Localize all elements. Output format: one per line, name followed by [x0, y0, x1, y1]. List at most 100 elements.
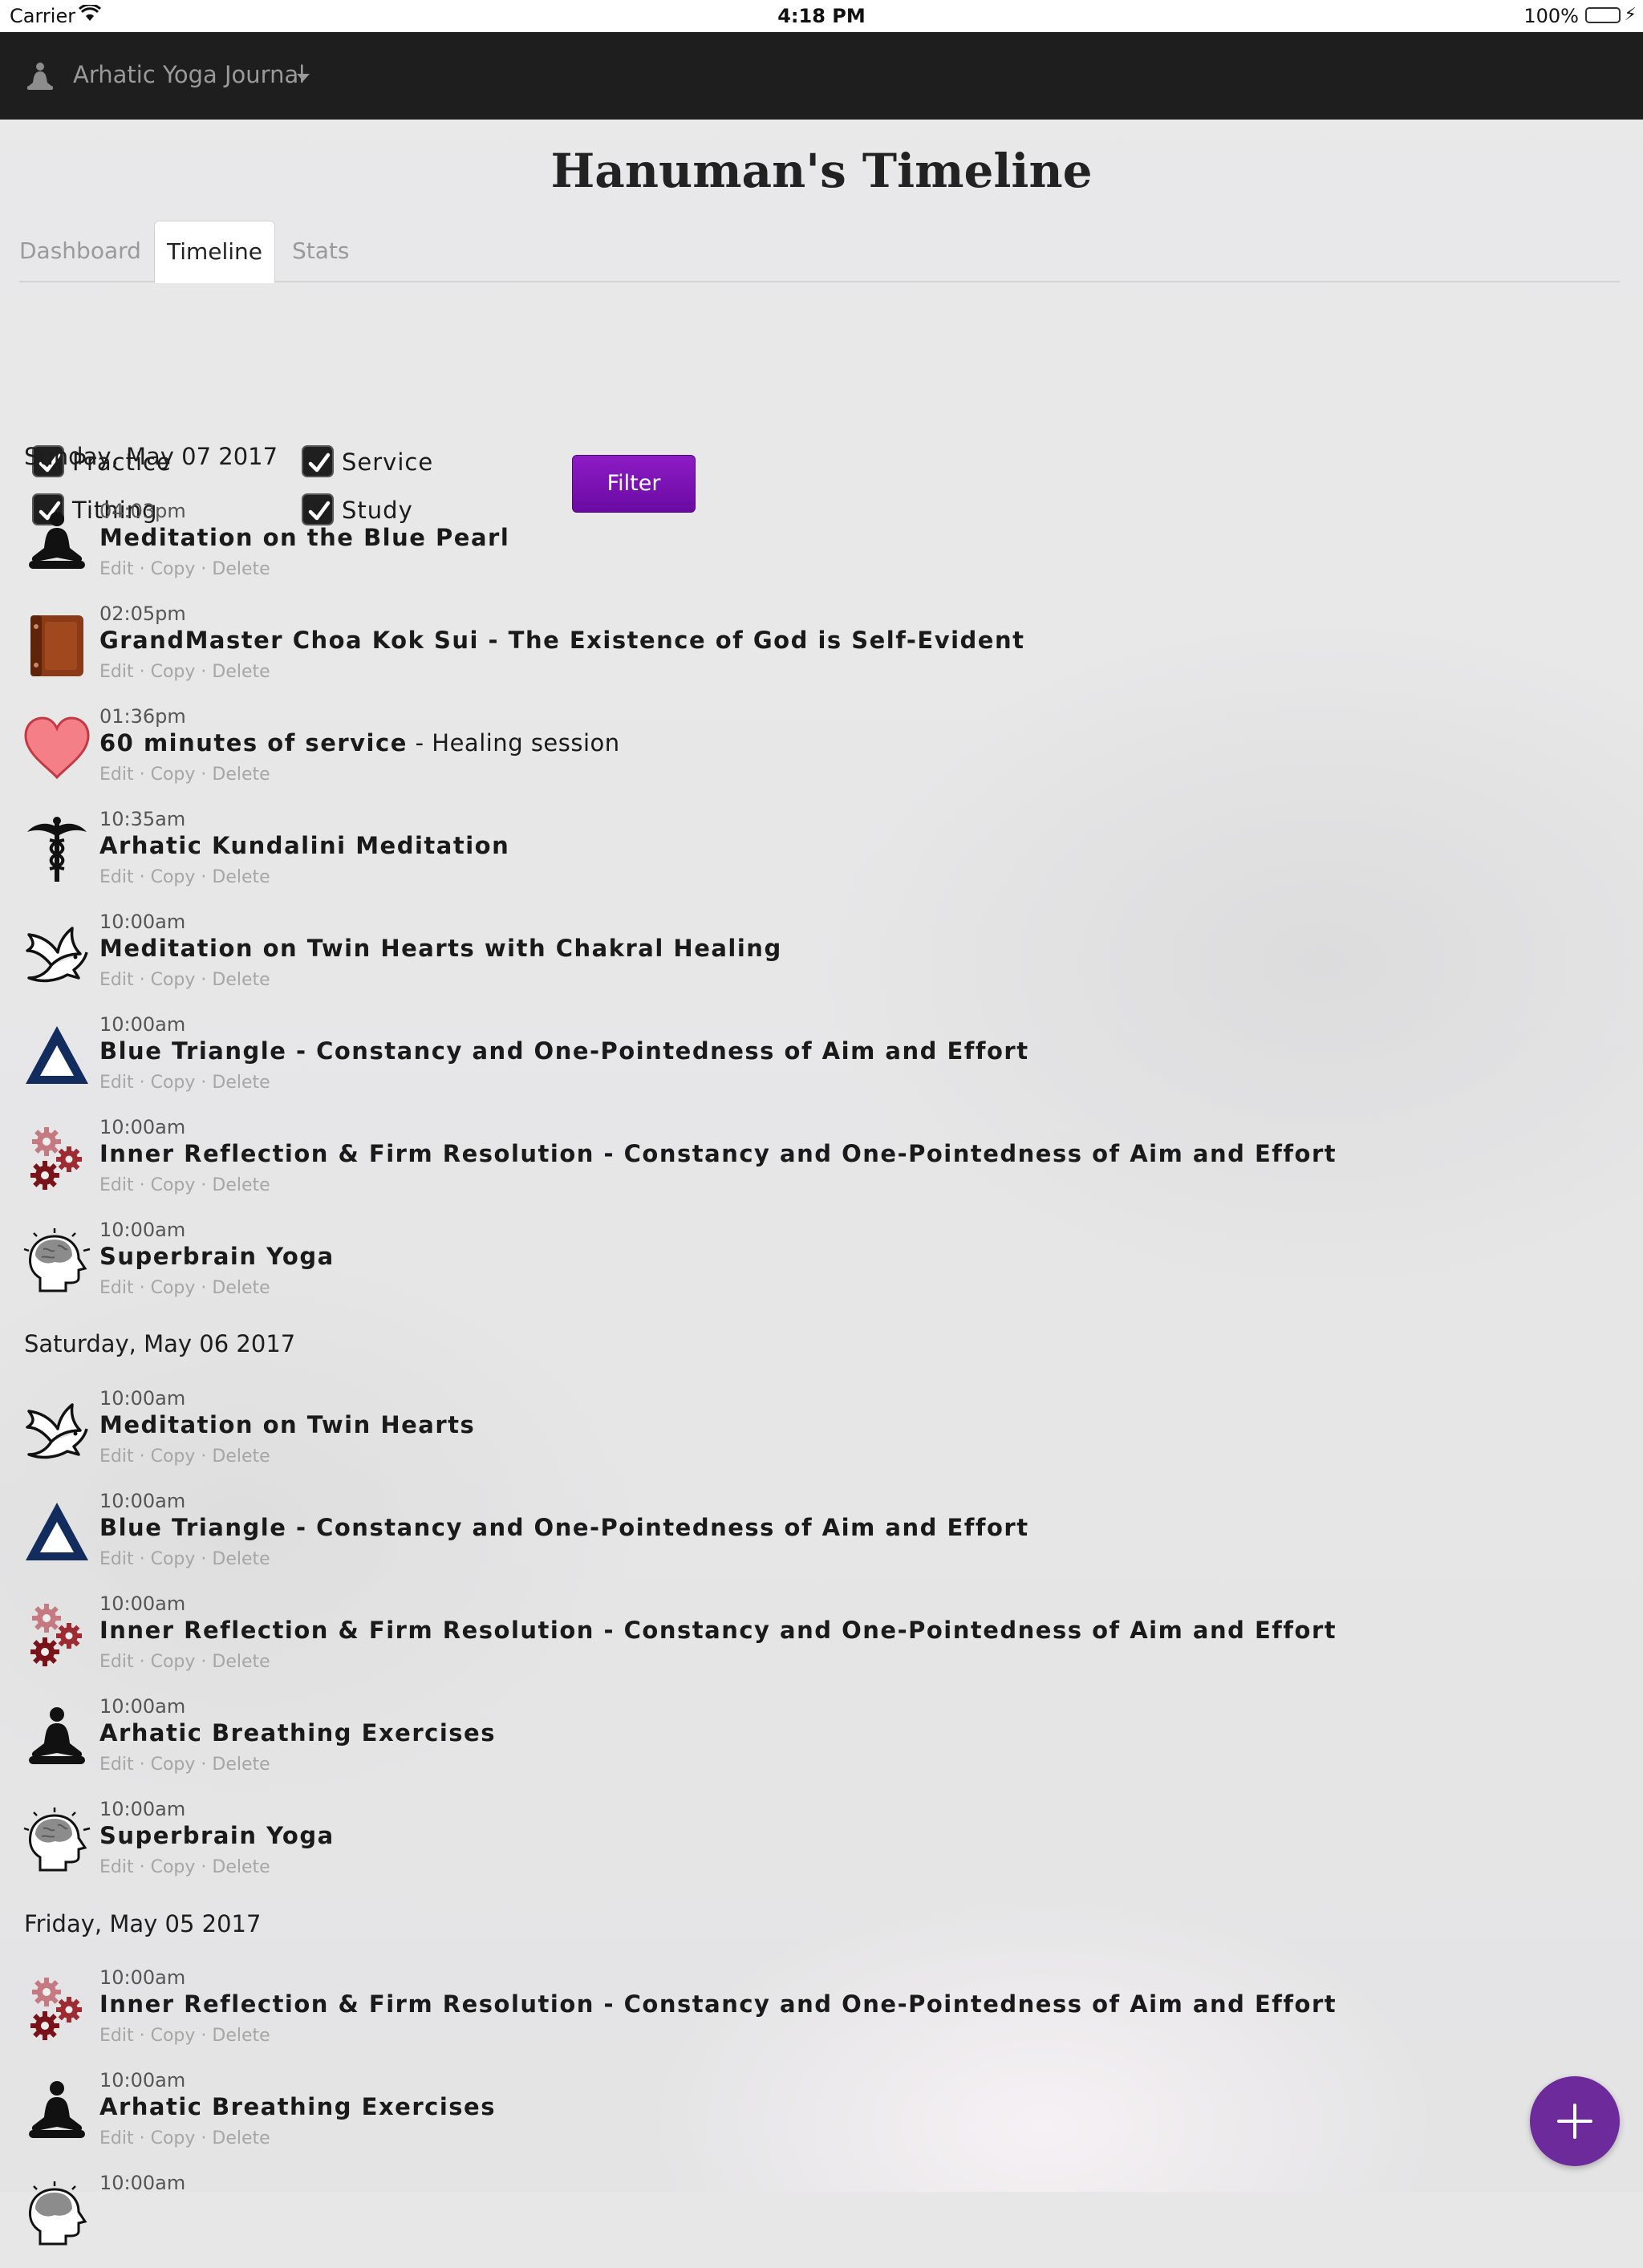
- delete-link[interactable]: Delete: [212, 867, 270, 887]
- copy-link[interactable]: Copy: [151, 1652, 196, 1672]
- timeline-entry: 10:00am Superbrain Yoga Edit · Copy · De…: [22, 1219, 1467, 1315]
- entry-time: 10:00am: [99, 1592, 186, 1615]
- delete-link[interactable]: Delete: [212, 662, 270, 682]
- copy-link[interactable]: Copy: [151, 2026, 196, 2046]
- edit-link[interactable]: Edit: [99, 1278, 134, 1298]
- delete-link[interactable]: Delete: [212, 765, 270, 785]
- status-time: 4:18 PM: [777, 5, 866, 27]
- delete-link[interactable]: Delete: [212, 2026, 270, 2046]
- checkbox-checked-icon[interactable]: [302, 445, 334, 477]
- entry-time: 10:00am: [99, 911, 186, 933]
- dove-icon: [22, 1395, 91, 1464]
- edit-link[interactable]: Edit: [99, 2026, 134, 2046]
- timeline-entry: 10:00am Arhatic Breathing Exercises Edit…: [22, 1695, 1467, 1791]
- edit-link[interactable]: Edit: [99, 1755, 134, 1775]
- entry-time: 10:00am: [99, 2069, 186, 2092]
- entry-title[interactable]: Blue Triangle - Constancy and One-Pointe…: [99, 1514, 1029, 1541]
- timeline-entry: 10:00am Meditation on Twin Hearts Edit ·…: [22, 1387, 1467, 1483]
- delete-link[interactable]: Delete: [212, 1278, 270, 1298]
- entry-title[interactable]: Meditation on Twin Hearts with Chakral H…: [99, 935, 782, 962]
- copy-link[interactable]: Copy: [151, 662, 196, 682]
- entry-actions: Edit · Copy · Delete: [99, 1549, 270, 1569]
- entry-title[interactable]: Meditation on the Blue Pearl: [99, 524, 509, 551]
- edit-link[interactable]: Edit: [99, 1549, 134, 1569]
- entry-title[interactable]: Inner Reflection & Firm Resolution - Con…: [99, 1617, 1337, 1644]
- copy-link[interactable]: Copy: [151, 1857, 196, 1877]
- delete-link[interactable]: Delete: [212, 1175, 270, 1195]
- edit-link[interactable]: Edit: [99, 1446, 134, 1467]
- copy-link[interactable]: Copy: [151, 765, 196, 785]
- plus-icon: [1557, 2104, 1592, 2139]
- copy-link[interactable]: Copy: [151, 1175, 196, 1195]
- entry-time: 02:05pm: [99, 603, 186, 625]
- entry-time: 10:00am: [99, 2172, 186, 2194]
- entry-actions: Edit · Copy · Delete: [99, 765, 270, 785]
- delete-link[interactable]: Delete: [212, 559, 270, 579]
- entry-title[interactable]: Meditation on Twin Hearts: [99, 1411, 475, 1438]
- copy-link[interactable]: Copy: [151, 1549, 196, 1569]
- delete-link[interactable]: Delete: [212, 970, 270, 990]
- delete-link[interactable]: Delete: [212, 1549, 270, 1569]
- edit-link[interactable]: Edit: [99, 559, 134, 579]
- entry-title[interactable]: Superbrain Yoga: [99, 1243, 335, 1270]
- delete-link[interactable]: Delete: [212, 1652, 270, 1672]
- copy-link[interactable]: Copy: [151, 1278, 196, 1298]
- delete-link[interactable]: Delete: [212, 1073, 270, 1093]
- tab-bar: Dashboard Timeline Stats: [0, 221, 1643, 283]
- timeline-entry: 10:00am Blue Triangle - Constancy and On…: [22, 1490, 1467, 1586]
- entry-actions: Edit · Copy · Delete: [99, 867, 270, 887]
- entry-time: 10:00am: [99, 1219, 186, 1241]
- copy-link[interactable]: Copy: [151, 1755, 196, 1775]
- timeline-entry: 10:35am Arhatic Kundalini Meditation Edi…: [22, 808, 1467, 904]
- caduceus-icon: [22, 816, 91, 885]
- tab-timeline[interactable]: Timeline: [154, 221, 275, 283]
- edit-link[interactable]: Edit: [99, 867, 134, 887]
- entry-title[interactable]: Arhatic Breathing Exercises: [99, 1719, 496, 1747]
- entry-actions: Edit · Copy · Delete: [99, 1755, 270, 1775]
- tab-dashboard[interactable]: Dashboard: [19, 221, 141, 281]
- entry-actions: Edit · Copy · Delete: [99, 1652, 270, 1672]
- add-entry-button[interactable]: [1530, 2076, 1620, 2166]
- brain-head-icon: [22, 1227, 91, 1296]
- day-header: Friday, May 05 2017: [24, 1910, 262, 1937]
- entry-title[interactable]: Inner Reflection & Firm Resolution - Con…: [99, 1140, 1337, 1167]
- edit-link[interactable]: Edit: [99, 1175, 134, 1195]
- entry-title[interactable]: Superbrain Yoga: [99, 1822, 335, 1849]
- delete-link[interactable]: Delete: [212, 1857, 270, 1877]
- copy-link[interactable]: Copy: [151, 559, 196, 579]
- timeline-entry: 10:00am Inner Reflection & Firm Resoluti…: [22, 1592, 1467, 1689]
- battery-percent: 100%: [1523, 5, 1579, 27]
- entry-title[interactable]: GrandMaster Choa Kok Sui - The Existence…: [99, 627, 1024, 654]
- edit-link[interactable]: Edit: [99, 2128, 134, 2148]
- delete-link[interactable]: Delete: [212, 1755, 270, 1775]
- entry-title[interactable]: Inner Reflection & Firm Resolution - Con…: [99, 1990, 1337, 2018]
- entry-title[interactable]: Arhatic Kundalini Meditation: [99, 832, 509, 859]
- chevron-down-icon[interactable]: [297, 74, 310, 81]
- heart-icon: [22, 713, 91, 782]
- entry-title[interactable]: 60 minutes of service - Healing session: [99, 729, 620, 757]
- edit-link[interactable]: Edit: [99, 1857, 134, 1877]
- entry-time: 10:35am: [99, 808, 186, 830]
- copy-link[interactable]: Copy: [151, 1073, 196, 1093]
- gears-icon: [22, 1124, 91, 1193]
- edit-link[interactable]: Edit: [99, 662, 134, 682]
- delete-link[interactable]: Delete: [212, 1446, 270, 1467]
- gears-icon: [22, 1601, 91, 1670]
- brain-head-icon: [22, 2180, 91, 2249]
- edit-link[interactable]: Edit: [99, 970, 134, 990]
- edit-link[interactable]: Edit: [99, 1073, 134, 1093]
- tab-stats[interactable]: Stats: [292, 221, 349, 281]
- entry-title[interactable]: Blue Triangle - Constancy and One-Pointe…: [99, 1037, 1029, 1065]
- entry-title[interactable]: Arhatic Breathing Exercises: [99, 2093, 496, 2120]
- meditation-figure-icon[interactable]: [24, 61, 56, 93]
- edit-link[interactable]: Edit: [99, 765, 134, 785]
- copy-link[interactable]: Copy: [151, 970, 196, 990]
- edit-link[interactable]: Edit: [99, 1652, 134, 1672]
- copy-link[interactable]: Copy: [151, 867, 196, 887]
- day-header: Sunday, May 07 2017: [24, 443, 278, 470]
- copy-link[interactable]: Copy: [151, 1446, 196, 1467]
- timeline-entry: 10:00am Inner Reflection & Firm Resoluti…: [22, 1966, 1467, 2063]
- copy-link[interactable]: Copy: [151, 2128, 196, 2148]
- delete-link[interactable]: Delete: [212, 2128, 270, 2148]
- app-brand-dropdown[interactable]: Arhatic Yoga Journal: [73, 61, 305, 88]
